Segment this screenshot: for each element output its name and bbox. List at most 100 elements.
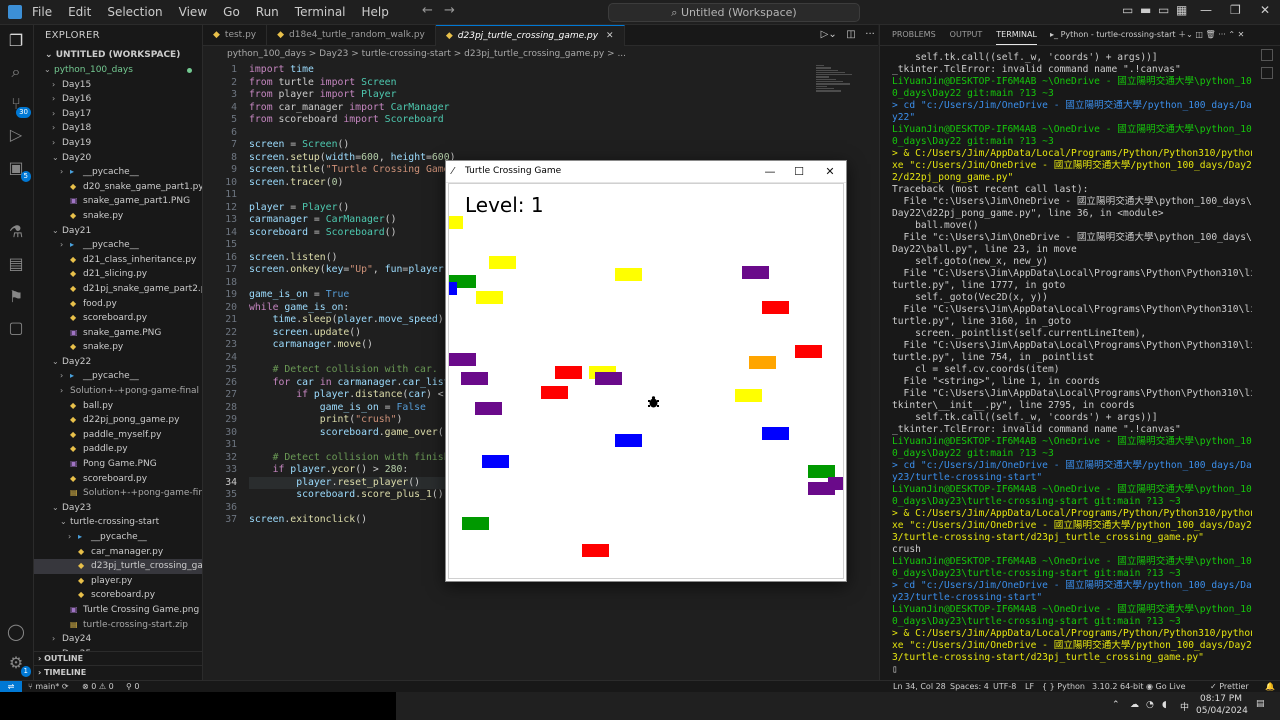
code-line[interactable]: for car in carmanager.car_list:	[249, 377, 456, 390]
tree-folder[interactable]: › Day24	[34, 632, 202, 647]
testing-icon[interactable]: ⚗	[6, 222, 26, 242]
run-python-icon[interactable]: ▷⌄	[821, 29, 837, 40]
code-line[interactable]: from scoreboard import Scoreboard	[249, 114, 444, 127]
code-line[interactable]: from turtle import Screen	[249, 77, 396, 90]
search-icon[interactable]: ⌕	[6, 62, 26, 82]
tree-folder[interactable]: ⌄ Day23	[34, 501, 202, 516]
tree-file[interactable]: ◆ car_manager.py	[34, 545, 202, 560]
customize-layout-icon[interactable]: ▦	[1176, 3, 1187, 17]
outline-section[interactable]: › OUTLINE	[34, 651, 202, 665]
panel-tab-output[interactable]: OUTPUT	[950, 25, 983, 45]
account-icon[interactable]: ◯	[6, 622, 26, 642]
code-line[interactable]: if player.ycor() > 280:	[249, 464, 409, 477]
menu-edit[interactable]: Edit	[60, 0, 99, 24]
more-icon[interactable]: ···	[1218, 30, 1228, 39]
code-line[interactable]: screen.title("Turtle Crossing Game")	[249, 164, 461, 177]
code-line[interactable]: screen.tracer(0)	[249, 177, 343, 190]
code-line[interactable]: player = Player()	[249, 202, 349, 215]
source-control-icon[interactable]: ⑂ 30	[6, 94, 31, 118]
code-line[interactable]: screen = Screen()	[249, 139, 349, 152]
code-line[interactable]: # Detect collision with car.	[249, 364, 438, 377]
editor-tab[interactable]: ◆ d23pj_turtle_crossing_game.py ✕	[435, 25, 625, 46]
tree-folder[interactable]: ⌄ Day21	[34, 224, 202, 239]
more-actions-icon[interactable]: ···	[865, 29, 875, 40]
code-line[interactable]: time.sleep(player.move_speed)	[249, 314, 444, 327]
menu-file[interactable]: File	[24, 0, 60, 24]
menu-selection[interactable]: Selection	[99, 0, 170, 24]
close-tab-icon[interactable]: ✕	[606, 31, 614, 41]
tree-file[interactable]: ▣ snake_game.PNG	[34, 326, 202, 341]
split-editor-icon[interactable]: ◫	[846, 29, 855, 40]
restore-icon[interactable]: ❐	[1230, 3, 1241, 17]
editor-tab[interactable]: ◆ test.py	[203, 25, 268, 45]
minimize-icon[interactable]: —	[1200, 3, 1212, 17]
code-line[interactable]: import time	[249, 64, 314, 77]
tree-file[interactable]: ◆ scoreboard.py	[34, 311, 202, 326]
tree-file[interactable]: ◆ d20_snake_game_part1.py	[34, 180, 202, 195]
tree-file[interactable]: ◆ scoreboard.py	[34, 472, 202, 487]
toggle-secondary-sidebar-icon[interactable]: ▭	[1158, 3, 1169, 17]
run-debug-icon[interactable]: ▷	[6, 125, 26, 145]
menu-go[interactable]: Go	[215, 0, 248, 24]
tree-file[interactable]: ▣ Pong Game.PNG	[34, 457, 202, 472]
code-line[interactable]: game_is_on = True	[249, 289, 349, 302]
tree-folder[interactable]: ⌄ Day20	[34, 151, 202, 166]
code-line[interactable]: screen.exitonclick()	[249, 514, 367, 527]
code-line[interactable]: carmanager.move()	[249, 339, 373, 352]
code-line[interactable]: while game_is_on:	[249, 302, 349, 315]
code-line[interactable]: scoreboard.game_over()	[249, 427, 450, 440]
back-arrow-icon[interactable]: ←	[422, 3, 433, 18]
menu-terminal[interactable]: Terminal	[287, 0, 354, 24]
terminal-instance-label[interactable]: Python - turtle-crossing-start	[1061, 30, 1176, 39]
terminal-tab-icon[interactable]	[1261, 49, 1273, 61]
tree-file[interactable]: ▣ snake_game_part1.PNG	[34, 194, 202, 209]
code-line[interactable]: if player.distance(car) < 20:	[249, 389, 467, 402]
extensions-icon[interactable]: ▣ 5	[6, 158, 31, 182]
terminal-output[interactable]: self.tk.call((self._w, 'coords') + args)…	[892, 52, 1252, 676]
tree-file[interactable]: ◆ snake.py	[34, 340, 202, 355]
clock-date[interactable]: 05/04/2024	[1196, 706, 1248, 716]
explorer-icon[interactable]: ❐	[6, 31, 26, 51]
tree-folder[interactable]: › ▸ __pycache__	[34, 530, 202, 545]
tree-file[interactable]: ◆ d21pj_snake_game_part2.py	[34, 282, 202, 297]
menu-view[interactable]: View	[171, 0, 215, 24]
tree-folder[interactable]: ⌄ turtle-crossing-start	[34, 515, 202, 530]
tree-folder[interactable]: ⌄ python_100_days	[34, 63, 202, 78]
turtle-minimize-icon[interactable]: —	[758, 161, 782, 182]
tree-file[interactable]: ▤ Solution+-+pong-game-final...	[34, 486, 202, 501]
code-line[interactable]: screen.listen()	[249, 252, 337, 265]
editor-tab[interactable]: ◆ d18e4_turtle_random_walk.py	[267, 25, 436, 45]
toggle-sidebar-icon[interactable]: ▭	[1122, 3, 1133, 17]
tree-folder[interactable]: › Day16	[34, 92, 202, 107]
code-line[interactable]: screen.setup(width=600, height=600)	[249, 152, 456, 165]
tree-file[interactable]: ◆ paddle_myself.py	[34, 428, 202, 443]
ime-indicator[interactable]: 中	[1180, 700, 1189, 713]
turtle-close-icon[interactable]: ✕	[818, 161, 842, 182]
turtle-game-window[interactable]: ⁄ Turtle Crossing Game — ☐ ✕ Level: 1	[445, 160, 847, 582]
turtle-maximize-icon[interactable]: ☐	[787, 161, 811, 182]
panel-tab-terminal[interactable]: TERMINAL	[996, 25, 1037, 45]
new-terminal-icon[interactable]: ＋⌄	[1178, 30, 1195, 39]
command-center[interactable]: ⌕ Untitled (Workspace)	[608, 3, 860, 22]
code-line[interactable]: game_is_on = False	[249, 402, 426, 415]
code-line[interactable]: screen.update()	[249, 327, 361, 340]
bookmarks-icon[interactable]: ⚑	[6, 287, 26, 307]
tree-file[interactable]: ▤ turtle-crossing-start.zip	[34, 618, 202, 633]
menu-help[interactable]: Help	[354, 0, 397, 24]
tray-arrow-icon[interactable]: ⌃	[1112, 700, 1120, 710]
close-icon[interactable]: ✕	[1260, 3, 1270, 17]
cloud-icon[interactable]: ☁	[1130, 700, 1139, 710]
menu-run[interactable]: Run	[248, 0, 287, 24]
code-line[interactable]: print("crush")	[249, 414, 403, 427]
tree-file[interactable]: ◆ d23pj_turtle_crossing_game...	[34, 559, 202, 574]
terminal-tab-icon[interactable]	[1261, 67, 1273, 79]
tree-file[interactable]: ▣ Turtle Crossing Game.png	[34, 603, 202, 618]
panel-tab-problems[interactable]: PROBLEMS	[892, 25, 936, 45]
workspace-title[interactable]: ⌄ UNTITLED (WORKSPACE)	[34, 47, 202, 63]
code-line[interactable]: scoreboard.score_plus_1()	[249, 489, 443, 502]
code-line[interactable]: scoreboard = Scoreboard()	[249, 227, 396, 240]
tree-file[interactable]: ◆ d22pj_pong_game.py	[34, 413, 202, 428]
code-line[interactable]: carmanager = CarManager()	[249, 214, 396, 227]
tree-folder[interactable]: › ▸ __pycache__	[34, 238, 202, 253]
tree-file[interactable]: ◆ paddle.py	[34, 442, 202, 457]
